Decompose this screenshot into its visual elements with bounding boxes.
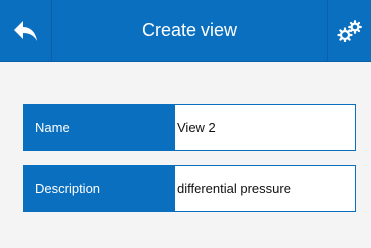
top-bar: Create view (0, 0, 371, 62)
page-title: Create view (141, 20, 238, 40)
name-input[interactable] (175, 105, 355, 150)
description-input[interactable] (175, 166, 355, 211)
settings-button[interactable] (327, 0, 371, 61)
gears-icon (336, 19, 362, 42)
name-label: Name (24, 105, 175, 150)
description-row: Description (23, 165, 356, 212)
description-label: Description (24, 166, 175, 211)
back-button[interactable] (0, 0, 52, 61)
name-row: Name (23, 104, 356, 151)
back-arrow-icon (13, 20, 37, 41)
